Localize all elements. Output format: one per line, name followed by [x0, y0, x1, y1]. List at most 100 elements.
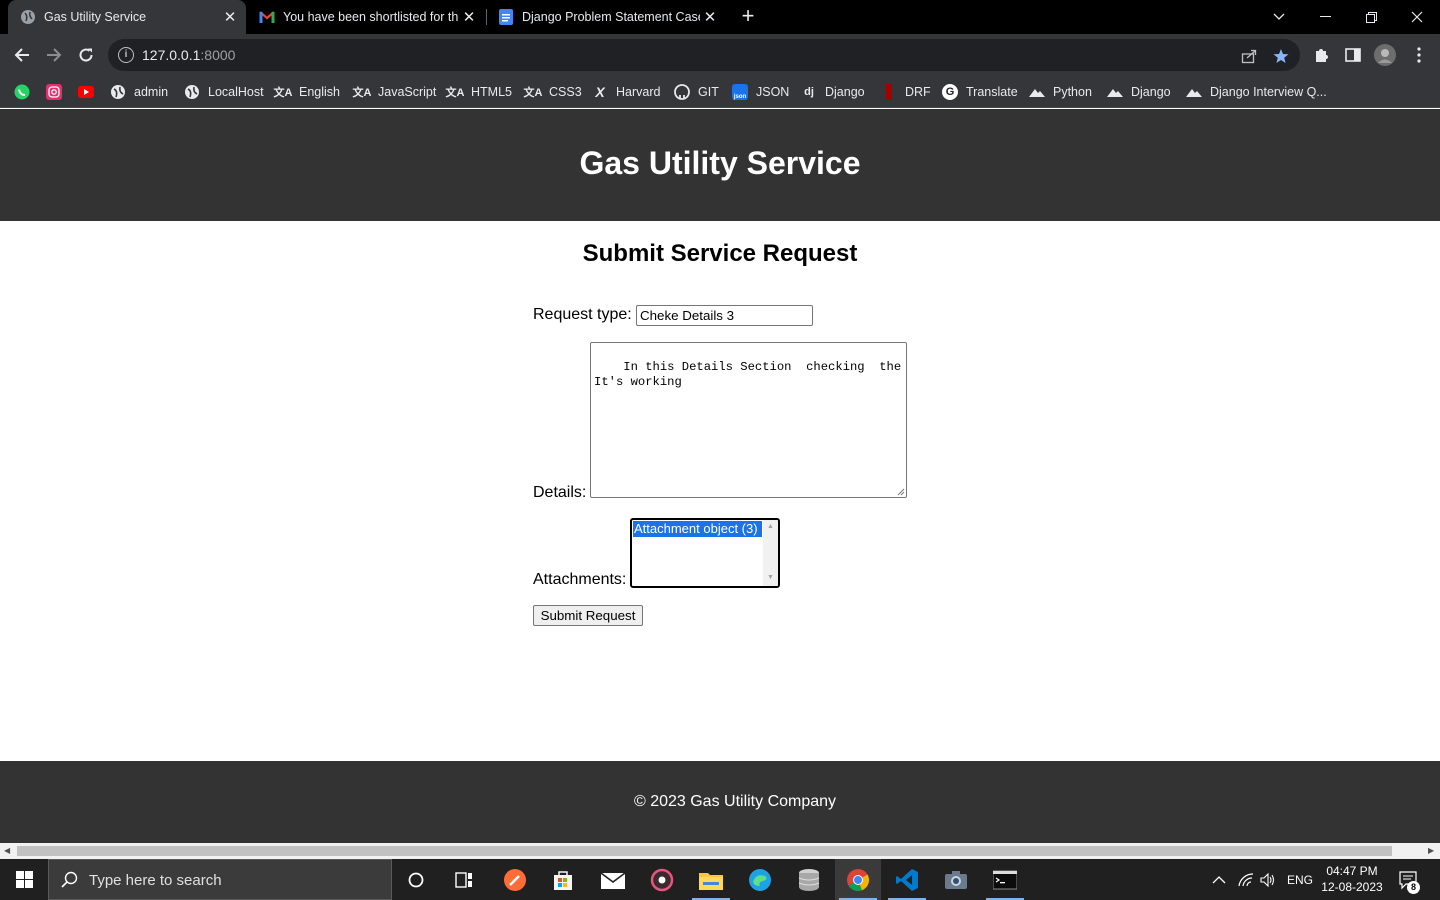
minimize-button[interactable] — [1302, 0, 1348, 34]
notification-count-badge: 8 — [1407, 881, 1420, 894]
side-panel-icon[interactable] — [1342, 44, 1364, 66]
bookmark-django[interactable]: dj Django — [801, 82, 865, 102]
notification-center-icon[interactable]: 8 — [1398, 859, 1420, 900]
request-type-input[interactable]: Cheke Details 3 — [636, 305, 813, 326]
microsoft-store-icon[interactable] — [540, 859, 586, 900]
bookmark-git[interactable]: GIT — [674, 82, 719, 102]
tab-gmail[interactable]: You have been shortlisted for the ✕ — [247, 0, 485, 34]
site-info-icon[interactable]: i — [118, 47, 134, 63]
forward-button[interactable] — [40, 41, 68, 69]
postman-icon[interactable] — [492, 859, 538, 900]
close-window-button[interactable] — [1394, 0, 1440, 34]
bookmark-json[interactable]: json JSON — [732, 82, 789, 102]
whatsapp-icon — [14, 84, 30, 100]
bookmark-localhost[interactable]: LocalHost — [184, 82, 264, 102]
bookmark-label: LocalHost — [208, 85, 264, 99]
mail-icon[interactable] — [590, 859, 636, 900]
resize-grip-icon[interactable] — [896, 487, 905, 496]
close-tab-icon[interactable]: ✕ — [700, 8, 720, 26]
bookmark-harvard[interactable]: X Harvard — [592, 82, 660, 102]
bookmark-html5[interactable]: 文A HTML5 — [446, 82, 512, 102]
globe-icon — [20, 9, 36, 25]
menu-kebab-icon[interactable] — [1408, 44, 1430, 66]
back-button[interactable] — [8, 41, 36, 69]
chrome-icon[interactable] — [835, 859, 881, 900]
edge-icon[interactable] — [737, 859, 783, 900]
task-view-icon[interactable] — [441, 859, 487, 900]
tab-gas-utility-service[interactable]: Gas Utility Service ✕ — [8, 0, 246, 34]
search-icon — [61, 871, 78, 888]
google-icon: G — [942, 84, 958, 100]
details-textarea[interactable]: In this Details Section checking the It'… — [590, 342, 907, 498]
taskbar-search-box[interactable]: Type here to search — [48, 859, 392, 900]
globe-icon — [110, 84, 126, 100]
bookmark-whatsapp[interactable] — [14, 82, 38, 102]
bookmark-english[interactable]: 文A English — [273, 82, 340, 102]
bookmark-django-2[interactable]: Django — [1107, 82, 1171, 102]
bookmark-label: DRF — [905, 85, 931, 99]
browser-toolbar: i 127.0.0.1:8000 — [0, 34, 1440, 76]
translate-icon: 文A — [273, 87, 293, 99]
profile-avatar[interactable] — [1374, 44, 1396, 66]
bookmark-star-icon[interactable] — [1270, 45, 1292, 67]
address-bar[interactable]: i 127.0.0.1:8000 — [108, 39, 1300, 71]
tray-overflow-icon[interactable] — [1212, 859, 1226, 900]
site-title: Gas Utility Service — [579, 145, 861, 181]
vscode-icon[interactable] — [884, 859, 930, 900]
docs-icon — [498, 9, 514, 25]
scroll-right-icon[interactable]: ▶ — [1428, 846, 1434, 855]
tab-search-icon[interactable] — [1256, 0, 1302, 34]
browser-tab-strip: Gas Utility Service ✕ You have been shor… — [0, 0, 1440, 34]
tab-google-docs[interactable]: Django Problem Statement Case ✕ — [486, 0, 726, 34]
cortana-icon[interactable] — [393, 859, 439, 900]
scroll-down-icon[interactable]: ▼ — [767, 574, 774, 581]
bookmark-label: Django Interview Q... — [1210, 85, 1327, 99]
camera-icon[interactable] — [933, 859, 979, 900]
github-icon — [674, 84, 690, 100]
site-footer: © 2023 Gas Utility Company — [0, 761, 1440, 843]
bookmark-label: CSS3 — [549, 85, 582, 99]
scroll-left-icon[interactable]: ◀ — [4, 846, 10, 855]
mountain-icon — [1107, 84, 1123, 100]
horizontal-scrollbar[interactable]: ◀ ▶ — [0, 843, 1440, 859]
bookmark-python[interactable]: Python — [1029, 82, 1092, 102]
attachment-option[interactable]: Attachment object (3) — [633, 521, 762, 537]
input-language[interactable]: ENG — [1287, 859, 1313, 900]
volume-icon[interactable] — [1260, 859, 1276, 900]
share-icon[interactable] — [1238, 45, 1260, 67]
django-icon: dj — [804, 86, 814, 98]
start-button[interactable] — [0, 859, 48, 900]
reload-button[interactable] — [72, 41, 100, 69]
bookmark-youtube[interactable] — [78, 82, 102, 102]
system-clock[interactable]: 04:47 PM 12-08-2023 — [1316, 863, 1388, 895]
terminal-icon[interactable] — [982, 859, 1028, 900]
restore-button[interactable] — [1348, 0, 1394, 34]
bookmark-label: English — [299, 85, 340, 99]
details-text: In this Details Section checking the It'… — [594, 360, 902, 389]
search-placeholder: Type here to search — [89, 872, 222, 889]
close-tab-icon[interactable]: ✕ — [220, 8, 240, 26]
clock-time: 04:47 PM — [1326, 864, 1378, 878]
bookmark-translate[interactable]: G Translate — [942, 82, 1018, 102]
attachments-select[interactable]: Attachment object (3) ▲ ▼ — [630, 518, 780, 588]
scroll-up-icon[interactable]: ▲ — [767, 523, 774, 530]
scrollbar-thumb[interactable] — [17, 846, 1392, 856]
database-icon[interactable] — [786, 859, 832, 900]
bookmark-admin[interactable]: admin — [110, 82, 168, 102]
listbox-scrollbar[interactable]: ▲ ▼ — [763, 520, 778, 586]
submit-request-button[interactable]: Submit Request — [533, 605, 643, 626]
wifi-icon[interactable] — [1238, 859, 1254, 900]
extensions-icon[interactable] — [1310, 44, 1332, 66]
media-player-icon[interactable] — [639, 859, 685, 900]
page-viewport: Gas Utility Service Submit Service Reque… — [0, 109, 1440, 843]
bookmark-instagram[interactable] — [46, 82, 70, 102]
footer-copyright: © 2023 Gas Utility Company — [633, 793, 837, 810]
new-tab-button[interactable]: + — [736, 4, 760, 28]
close-tab-icon[interactable]: ✕ — [459, 8, 479, 26]
file-explorer-icon[interactable] — [688, 859, 734, 900]
json-icon: json — [732, 84, 748, 100]
bookmark-django-interview[interactable]: Django Interview Q... — [1186, 82, 1327, 102]
bookmark-javascript[interactable]: 文A JavaScript — [353, 82, 437, 102]
bookmark-css3[interactable]: 文A CSS3 — [524, 82, 582, 102]
bookmark-drf[interactable]: DRF — [881, 82, 931, 102]
